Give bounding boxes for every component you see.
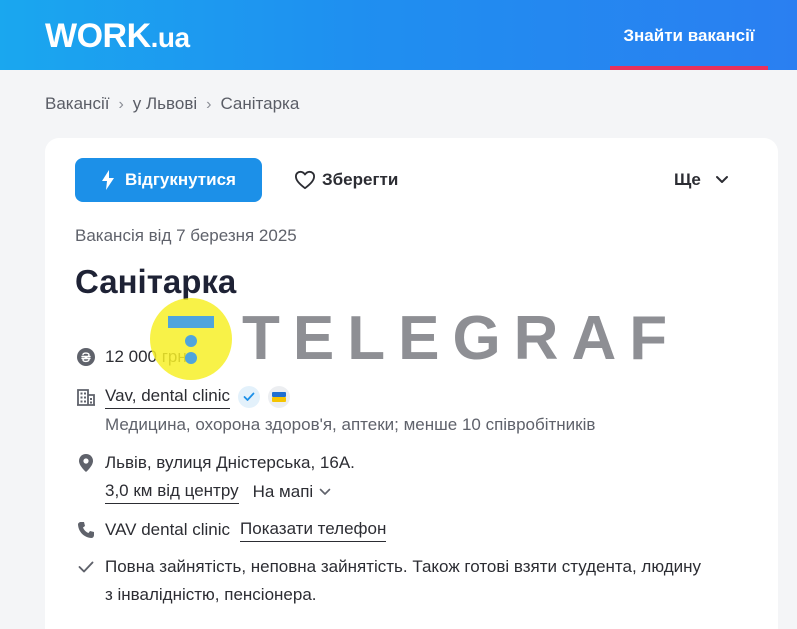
salary-row: 12 000 грн (75, 346, 187, 368)
posted-date: Вакансія від 7 березня 2025 (75, 226, 297, 245)
address-text: Львів, вулиця Дністерська, 16А. (105, 453, 355, 472)
apply-button[interactable]: Відгукнутися (75, 158, 262, 202)
save-button[interactable]: Зберегти (294, 167, 398, 193)
save-button-label: Зберегти (322, 170, 399, 189)
breadcrumb-vacancies[interactable]: Вакансії (45, 94, 109, 113)
salary-value: 12 000 грн (105, 347, 187, 366)
work-ua-logo[interactable]: WORK.ua (45, 16, 190, 58)
address-row: Львів, вулиця Дністерська, 16А. (75, 452, 355, 474)
find-vacancies-link[interactable]: Знайти вакансії (610, 0, 768, 70)
employment-line-1: Повна зайнятість, неповна зайнятість. Та… (105, 557, 702, 576)
chevron-down-icon (319, 488, 331, 495)
company-row: Vav, dental clinic (75, 385, 291, 409)
map-label: На мапі (252, 482, 314, 501)
map-toggle[interactable]: На мапі (253, 481, 332, 503)
vacancy-title: Санітарка (75, 263, 237, 300)
heart-icon (294, 170, 315, 190)
breadcrumb-current: Санітарка (220, 94, 300, 113)
logo-main: WORK (45, 17, 151, 55)
location-pin-icon (75, 453, 97, 473)
contact-row: VAV dental clinic Показати телефон (75, 518, 387, 542)
distance-link[interactable]: 3,0 км від центру (105, 480, 239, 504)
chevron-down-icon (715, 176, 728, 183)
ukraine-flag-icon (268, 386, 291, 408)
employment-line-2: з інвалідністю, пенсіонера. (105, 585, 317, 604)
breadcrumb-lviv[interactable]: у Львові (133, 94, 197, 113)
contact-name: VAV dental clinic (105, 520, 231, 539)
site-header: WORK.ua Знайти вакансії (0, 0, 797, 70)
show-phone-link[interactable]: Показати телефон (240, 518, 387, 542)
breadcrumb-separator: › (118, 96, 124, 113)
distance-row: 3,0 км від центру На мапі (105, 480, 331, 504)
breadcrumb-separator: › (206, 96, 212, 113)
phone-icon (75, 521, 97, 539)
breadcrumb: Вакансії › у Львові › Санітарка (45, 92, 299, 117)
employment-row: Повна зайнятість, неповна зайнятість. Та… (75, 556, 701, 578)
verified-badge-icon (238, 386, 261, 408)
company-link[interactable]: Vav, dental clinic (105, 385, 231, 409)
building-icon (75, 387, 97, 407)
logo-suffix: .ua (150, 22, 190, 53)
company-info: Медицина, охорона здоров'я, аптеки; менш… (105, 415, 596, 434)
more-dropdown[interactable]: Ще (674, 167, 729, 193)
checkmark-icon (75, 561, 97, 573)
apply-button-label: Відгукнутися (125, 170, 236, 189)
more-label: Ще (674, 170, 701, 189)
lightning-icon (102, 170, 115, 190)
hryvnia-icon (75, 347, 97, 367)
